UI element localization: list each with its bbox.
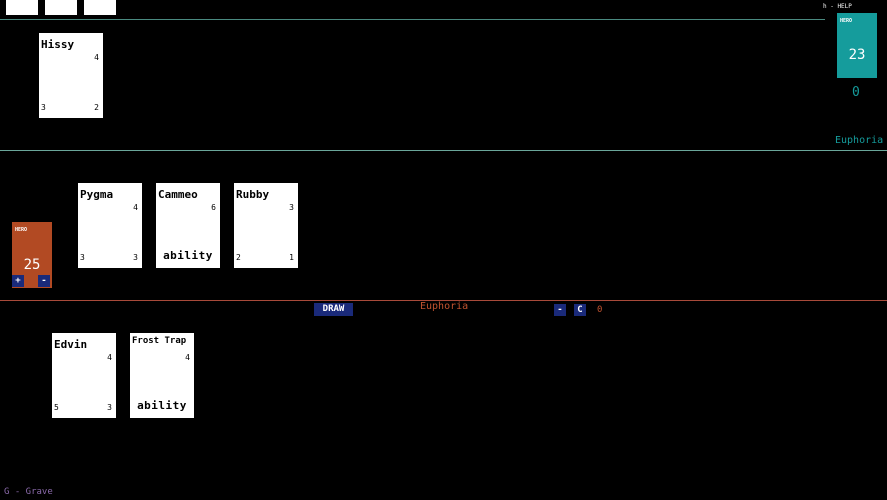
card-cost: 6: [211, 203, 216, 212]
card-name: Rubby: [236, 188, 270, 201]
card-health: 2: [94, 103, 99, 112]
counter-clear-button[interactable]: C: [574, 304, 586, 316]
card-health: 1: [289, 253, 294, 262]
card-ability: ability: [163, 249, 213, 262]
opponent-name: Euphoria: [835, 135, 884, 146]
opponent-hand-divider: [0, 19, 825, 20]
opponent-board-card[interactable]: Hissy 4 3 2: [39, 33, 103, 118]
grave-hint: G - Grave: [4, 487, 53, 497]
card-attack: 5: [54, 403, 59, 412]
opponent-hero[interactable]: HERO 23: [837, 13, 877, 78]
card-health: 3: [133, 253, 138, 262]
card-cost: 3: [289, 203, 294, 212]
card-cost: 4: [107, 353, 112, 362]
card-health: 3: [107, 403, 112, 412]
player-name: Euphoria: [420, 301, 469, 312]
player-board-card[interactable]: Cammeo 6 ability: [156, 183, 220, 268]
opponent-hand-card-back: [84, 0, 116, 15]
card-name: Hissy: [41, 38, 75, 51]
board-divider: [0, 150, 887, 151]
player-board-card[interactable]: Rubby 3 2 1: [234, 183, 298, 268]
counter-minus-button[interactable]: -: [554, 304, 566, 316]
player-counter: 0: [597, 305, 603, 315]
card-cost: 4: [133, 203, 138, 212]
opponent-hand-card-back: [6, 0, 38, 15]
help-hint: h - HELP: [823, 3, 852, 10]
card-name: Edvin: [54, 338, 88, 351]
card-cost: 4: [94, 53, 99, 62]
opponent-hand-card-back: [45, 0, 77, 15]
card-ability: ability: [137, 399, 187, 412]
hero-minus-button[interactable]: -: [38, 275, 50, 287]
card-name: Frost Trap: [132, 336, 187, 346]
card-attack: 3: [80, 253, 85, 262]
player-board-card[interactable]: Pygma 4 3 3: [78, 183, 142, 268]
card-cost: 4: [185, 353, 190, 362]
card-attack: 3: [41, 103, 46, 112]
card-attack: 2: [236, 253, 241, 262]
opponent-counter: 0: [852, 85, 860, 100]
hero-plus-button[interactable]: +: [12, 275, 24, 287]
hero-label: HERO: [840, 18, 853, 24]
draw-button[interactable]: DRAW: [314, 303, 353, 316]
hero-health: 23: [848, 47, 866, 63]
hero-label: HERO: [15, 227, 28, 233]
card-name: Cammeo: [158, 188, 198, 201]
player-hand-card[interactable]: Edvin 4 5 3: [52, 333, 116, 418]
player-hand-card[interactable]: Frost Trap 4 ability: [130, 333, 194, 418]
card-name: Pygma: [80, 188, 114, 201]
hero-health: 25: [23, 257, 41, 273]
